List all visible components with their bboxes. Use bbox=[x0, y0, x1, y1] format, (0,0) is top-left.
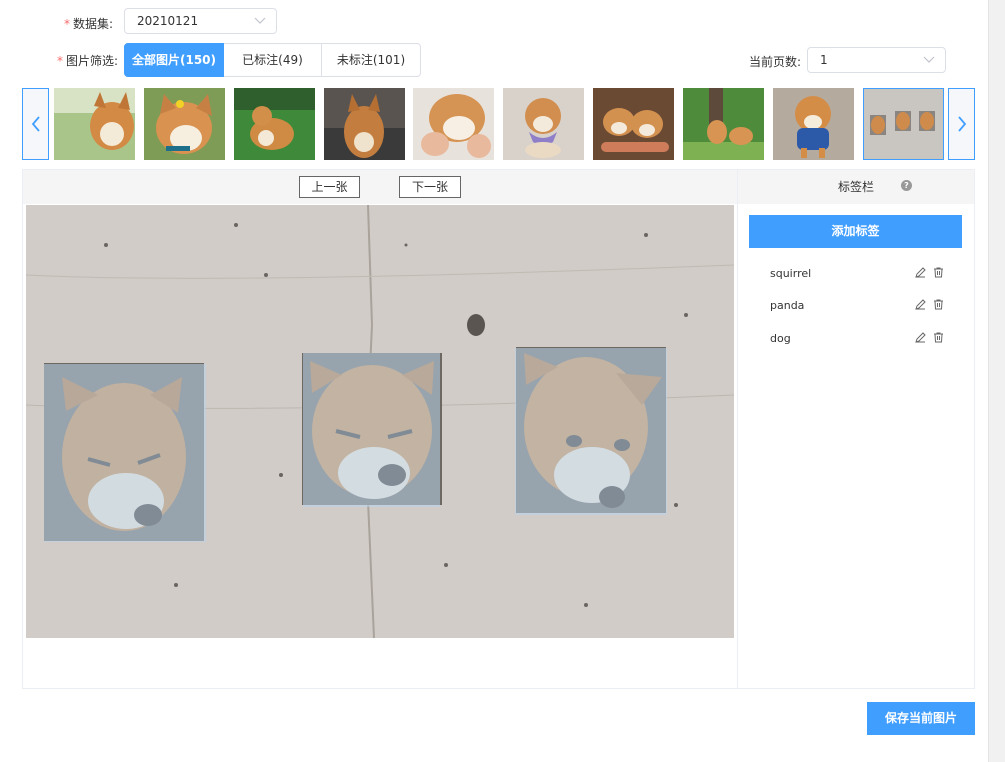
edit-icon[interactable] bbox=[915, 299, 926, 310]
annotation-canvas[interactable] bbox=[26, 205, 734, 638]
filter-label: * 图片筛选: bbox=[57, 54, 119, 68]
thumb-next-button[interactable] bbox=[948, 88, 975, 160]
annotation-box[interactable] bbox=[515, 348, 667, 515]
trash-icon[interactable] bbox=[933, 299, 944, 310]
dataset-label: * 数据集: bbox=[64, 17, 114, 31]
chevron-down-icon bbox=[923, 56, 935, 63]
thumbnail-image bbox=[864, 89, 943, 159]
next-image-button[interactable]: 下一张 bbox=[399, 176, 461, 198]
tag-name: dog bbox=[770, 332, 791, 345]
thumbnail[interactable] bbox=[413, 88, 494, 160]
page-label: 当前页数: bbox=[749, 55, 802, 69]
page-scrollbar[interactable] bbox=[988, 0, 1005, 762]
chevron-left-icon bbox=[31, 116, 40, 132]
annotation-box[interactable] bbox=[303, 353, 440, 507]
label-panel-header: 标签栏 ? bbox=[737, 170, 974, 204]
thumbnail[interactable] bbox=[503, 88, 584, 160]
thumbnail-image bbox=[413, 88, 494, 160]
viewer-toolbar: 上一张 下一张 bbox=[23, 170, 737, 204]
edit-icon[interactable] bbox=[915, 332, 926, 343]
trash-icon[interactable] bbox=[933, 267, 944, 278]
dataset-select[interactable]: 20210121 bbox=[124, 8, 277, 34]
thumbnail-image bbox=[683, 88, 764, 160]
chevron-right-icon bbox=[957, 116, 966, 132]
label-panel-title: 标签栏 bbox=[837, 180, 874, 194]
dataset-value: 20210121 bbox=[137, 14, 199, 28]
thumbnail-selected[interactable] bbox=[863, 88, 944, 160]
add-tag-button[interactable]: 添加标签 bbox=[749, 215, 962, 248]
annotation-box[interactable] bbox=[44, 364, 206, 542]
thumbnail[interactable] bbox=[773, 88, 854, 160]
thumbnail[interactable] bbox=[593, 88, 674, 160]
thumbnail[interactable] bbox=[144, 88, 225, 160]
thumbnail-image bbox=[503, 88, 584, 160]
thumbnail-image bbox=[54, 88, 135, 160]
tag-name: panda bbox=[770, 299, 805, 312]
thumbnail-image bbox=[593, 88, 674, 160]
prev-image-button[interactable]: 上一张 bbox=[299, 176, 360, 198]
filter-all-button[interactable]: 全部图片(150) bbox=[124, 43, 224, 77]
thumb-prev-button[interactable] bbox=[22, 88, 49, 160]
thumbnail[interactable] bbox=[54, 88, 135, 160]
edit-icon[interactable] bbox=[915, 267, 926, 278]
tag-item[interactable]: dog bbox=[770, 328, 945, 348]
page-select[interactable]: 1 bbox=[807, 47, 946, 73]
thumbnail-image bbox=[773, 88, 854, 160]
save-image-button[interactable]: 保存当前图片 bbox=[867, 702, 975, 735]
thumbnail-image bbox=[144, 88, 225, 160]
filter-button-group: 全部图片(150) 已标注(49) 未标注(101) bbox=[124, 43, 421, 77]
thumbnail-image bbox=[324, 88, 405, 160]
tag-item[interactable]: squirrel bbox=[770, 263, 945, 283]
page-value: 1 bbox=[820, 53, 828, 67]
trash-icon[interactable] bbox=[933, 332, 944, 343]
tag-name: squirrel bbox=[770, 267, 812, 280]
thumbnail[interactable] bbox=[324, 88, 405, 160]
thumbnail[interactable] bbox=[683, 88, 764, 160]
thumbnail[interactable] bbox=[234, 88, 315, 160]
tag-item[interactable]: panda bbox=[770, 295, 945, 315]
thumbnail-image bbox=[234, 88, 315, 160]
filter-unlabeled-button[interactable]: 未标注(101) bbox=[321, 43, 421, 77]
question-icon[interactable]: ? bbox=[901, 180, 912, 191]
chevron-down-icon bbox=[254, 17, 266, 24]
filter-labeled-button[interactable]: 已标注(49) bbox=[223, 43, 322, 77]
